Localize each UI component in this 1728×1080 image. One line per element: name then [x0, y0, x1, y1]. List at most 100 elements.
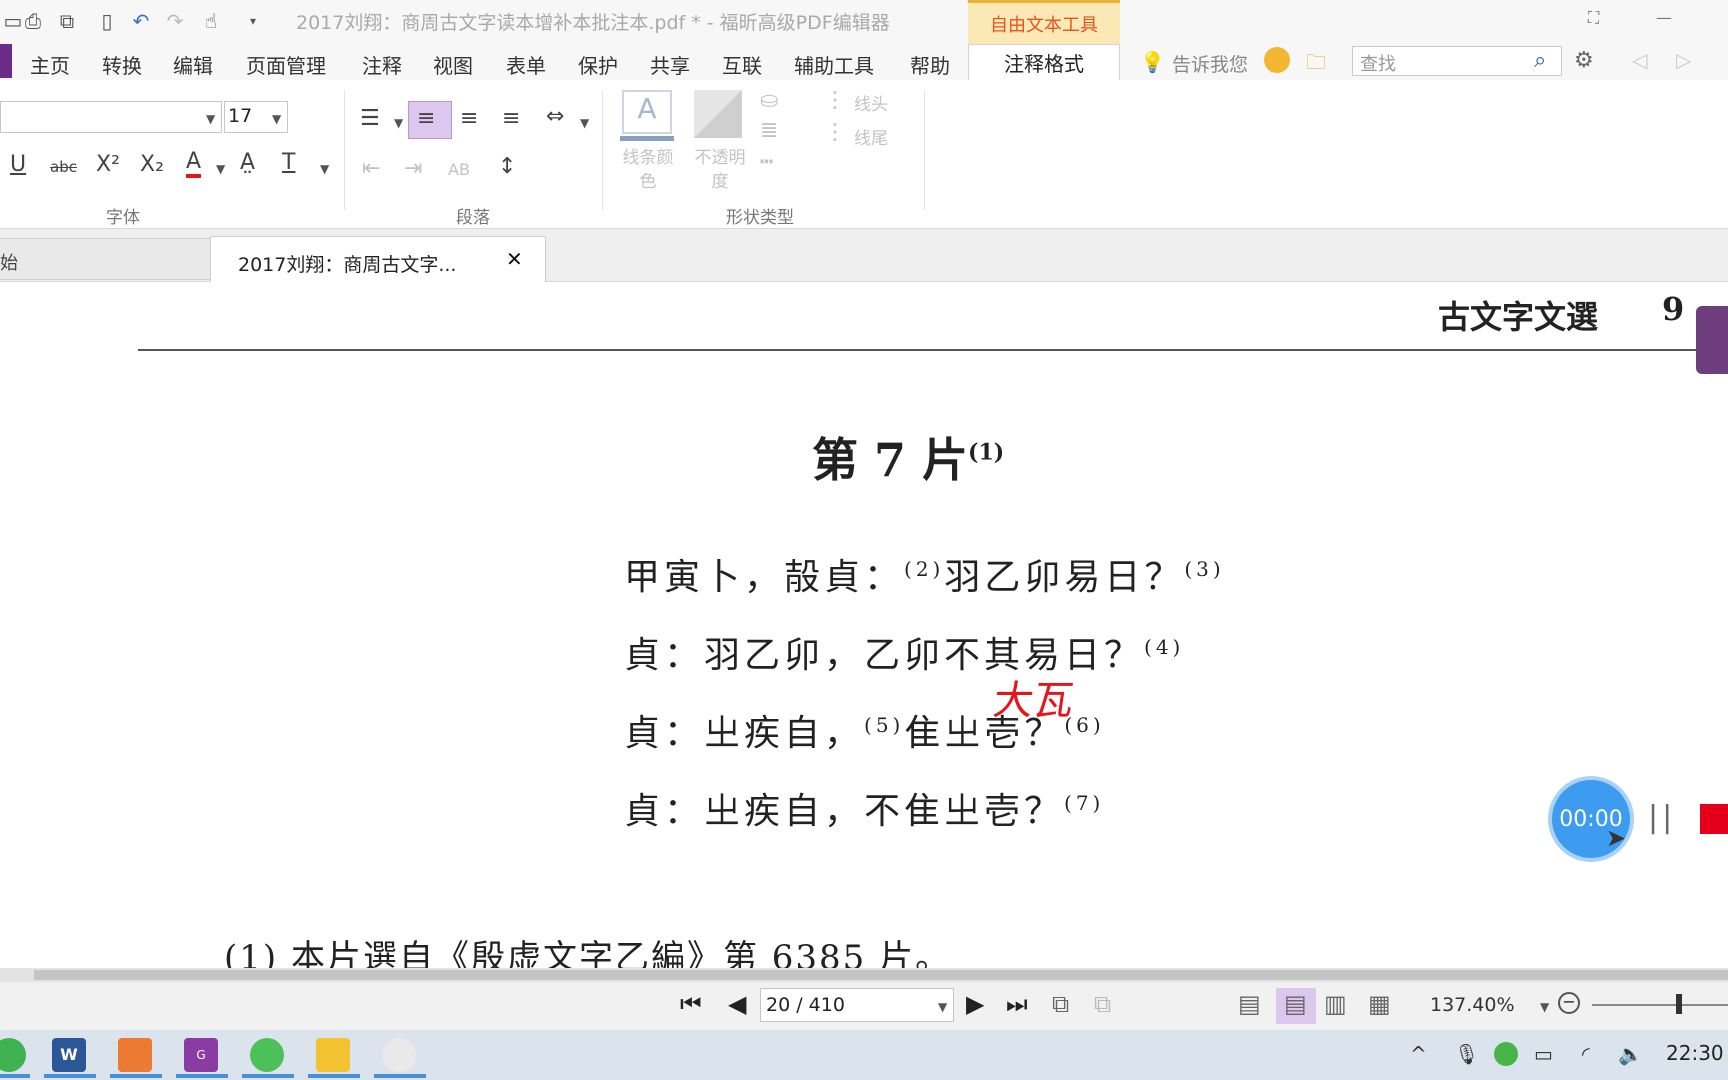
- document-page[interactable]: [0, 282, 1728, 968]
- coins-icon[interactable]: [1264, 47, 1290, 73]
- scrollbar-thumb[interactable]: [34, 970, 1728, 980]
- menu-home[interactable]: 主页: [30, 50, 70, 79]
- font-color-dropdown-icon[interactable]: ▼: [216, 162, 225, 176]
- restore-ribbon-icon[interactable]: ⛶: [1588, 8, 1599, 28]
- menu-edit[interactable]: 编辑: [173, 50, 213, 79]
- zoom-dropdown-icon[interactable]: ▼: [1540, 1000, 1549, 1014]
- character-spacing-icon[interactable]: A̤: [240, 150, 255, 175]
- taskbar-word-icon[interactable]: W: [52, 1038, 86, 1072]
- security-tray-icon[interactable]: [1494, 1042, 1518, 1066]
- recorder-pause-icon[interactable]: ||: [1648, 800, 1676, 835]
- underline-button[interactable]: U: [10, 152, 26, 177]
- close-tab-icon[interactable]: ✕: [506, 247, 523, 271]
- customize-quick-access-icon[interactable]: ▾: [240, 8, 266, 34]
- line-head-label[interactable]: 线头: [854, 90, 888, 115]
- menu-form[interactable]: 表单: [506, 50, 546, 79]
- menu-comment[interactable]: 注释: [362, 50, 402, 79]
- taskbar-recorder-icon[interactable]: [382, 1038, 416, 1072]
- new-document-icon[interactable]: ▯: [94, 8, 120, 34]
- bullet-list-icon[interactable]: ☰: [360, 106, 380, 131]
- minimize-icon[interactable]: —: [1656, 8, 1672, 27]
- volume-icon[interactable]: 🔈: [1618, 1042, 1643, 1066]
- indent-increase-icon[interactable]: ⇥: [404, 156, 422, 181]
- text-style-dropdown-icon[interactable]: ▼: [320, 162, 329, 176]
- hand-tool-icon[interactable]: ☝: [198, 8, 224, 34]
- line-head-icon[interactable]: ⋮: [824, 88, 846, 113]
- font-size-dropdown-icon[interactable]: ▼: [272, 112, 281, 126]
- recorder-stop-icon[interactable]: [1700, 804, 1728, 834]
- tray-overflow-icon[interactable]: ^: [1410, 1042, 1427, 1066]
- font-family-select[interactable]: [0, 101, 222, 133]
- line-color-icon[interactable]: A: [622, 90, 672, 134]
- indent-decrease-icon[interactable]: ⇤: [362, 156, 380, 181]
- file-menu-button[interactable]: [0, 44, 12, 78]
- back-nav-icon[interactable]: ◁: [1632, 48, 1647, 72]
- battery-icon[interactable]: ▭: [1534, 1042, 1553, 1066]
- taskbar-wechat-icon[interactable]: [250, 1038, 284, 1072]
- menu-convert[interactable]: 转换: [102, 50, 142, 79]
- superscript-button[interactable]: X²: [96, 152, 120, 177]
- single-page-view-icon[interactable]: ▤: [1238, 990, 1261, 1018]
- distribute-icon[interactable]: ⇔: [546, 104, 564, 129]
- menu-comment-format[interactable]: 注释格式: [968, 44, 1120, 80]
- menu-view[interactable]: 视图: [433, 50, 473, 79]
- menu-protect[interactable]: 保护: [578, 50, 618, 79]
- subscript-button[interactable]: X₂: [140, 152, 164, 177]
- settings-gear-icon[interactable]: ⚙: [1574, 48, 1594, 73]
- line-tail-icon[interactable]: ⋮: [824, 120, 846, 145]
- line-width-icon[interactable]: ≣: [760, 118, 778, 143]
- bullet-list-dropdown-icon[interactable]: ▼: [394, 116, 403, 130]
- menu-share[interactable]: 共享: [650, 50, 690, 79]
- search-icon[interactable]: ⌕: [1534, 48, 1546, 73]
- first-page-icon[interactable]: ⏮: [680, 990, 702, 1018]
- continuous-view-icon: ▤: [1284, 990, 1307, 1018]
- taskbar-slides-app-icon[interactable]: [118, 1038, 152, 1072]
- text-direction-icon[interactable]: AB: [448, 160, 470, 179]
- previous-page-icon[interactable]: ◀: [728, 990, 746, 1018]
- taskbar-clock[interactable]: 22:30: [1666, 1041, 1724, 1065]
- menu-connect[interactable]: 互联: [722, 50, 762, 79]
- side-tip-bulb-icon[interactable]: [1696, 306, 1728, 374]
- print-icon[interactable]: ⎙: [20, 8, 46, 34]
- scan-icon[interactable]: ⧉: [54, 8, 80, 34]
- context-tab-free-text-tool[interactable]: 自由文本工具: [968, 0, 1120, 44]
- menu-help[interactable]: 帮助: [910, 50, 950, 79]
- align-center-icon[interactable]: ≡: [460, 106, 478, 131]
- last-page-icon[interactable]: ⏭: [1006, 990, 1028, 1018]
- tab-start[interactable]: [0, 238, 220, 280]
- line-style-icon[interactable]: ┅: [760, 150, 773, 175]
- previous-view-icon[interactable]: ⧉: [1052, 990, 1069, 1018]
- tell-me-label[interactable]: 告诉我您: [1172, 50, 1248, 77]
- folder-search-icon[interactable]: 🗀: [1306, 48, 1326, 82]
- page-dropdown-icon[interactable]: ▼: [938, 1000, 947, 1014]
- distribute-dropdown-icon[interactable]: ▼: [580, 116, 589, 130]
- strikethrough-button[interactable]: abc: [50, 158, 77, 176]
- font-color-button[interactable]: A: [186, 150, 202, 178]
- zoom-out-icon[interactable]: −: [1558, 992, 1580, 1014]
- line-tail-label[interactable]: 线尾: [854, 124, 888, 149]
- text-style-button[interactable]: T: [282, 150, 295, 175]
- taskbar-pdf-editor-icon[interactable]: G: [184, 1038, 218, 1072]
- next-view-icon[interactable]: ⧉: [1094, 990, 1111, 1018]
- opacity-icon[interactable]: [694, 90, 742, 138]
- facing-view-icon[interactable]: ▥: [1324, 990, 1347, 1018]
- align-right-icon[interactable]: ≡: [502, 106, 520, 131]
- taskbar-file-explorer-icon[interactable]: [316, 1038, 350, 1072]
- font-family-dropdown-icon[interactable]: ▼: [206, 112, 215, 126]
- continuous-facing-view-icon[interactable]: ▦: [1368, 990, 1391, 1018]
- microphone-icon[interactable]: 🎙: [1454, 1042, 1479, 1066]
- opacity-label[interactable]: 不透明 度: [686, 146, 754, 194]
- redo-icon[interactable]: ↷: [162, 8, 188, 34]
- line-spacing-icon[interactable]: ↕: [498, 154, 516, 179]
- undo-icon[interactable]: ↶: [128, 8, 154, 34]
- forward-nav-icon[interactable]: ▷: [1676, 48, 1691, 72]
- zoom-slider[interactable]: [1592, 1004, 1728, 1006]
- line-color-label[interactable]: 线条颜 色: [614, 146, 682, 194]
- zoom-slider-thumb[interactable]: [1676, 994, 1682, 1014]
- fill-color-icon[interactable]: ⛀: [760, 88, 778, 113]
- running-header: 古文字文選: [1438, 298, 1599, 336]
- menu-page-management[interactable]: 页面管理: [246, 50, 326, 79]
- menu-accessibility[interactable]: 辅助工具: [794, 50, 874, 79]
- next-page-icon[interactable]: ▶: [966, 990, 984, 1018]
- wifi-icon[interactable]: ◜: [1582, 1042, 1590, 1066]
